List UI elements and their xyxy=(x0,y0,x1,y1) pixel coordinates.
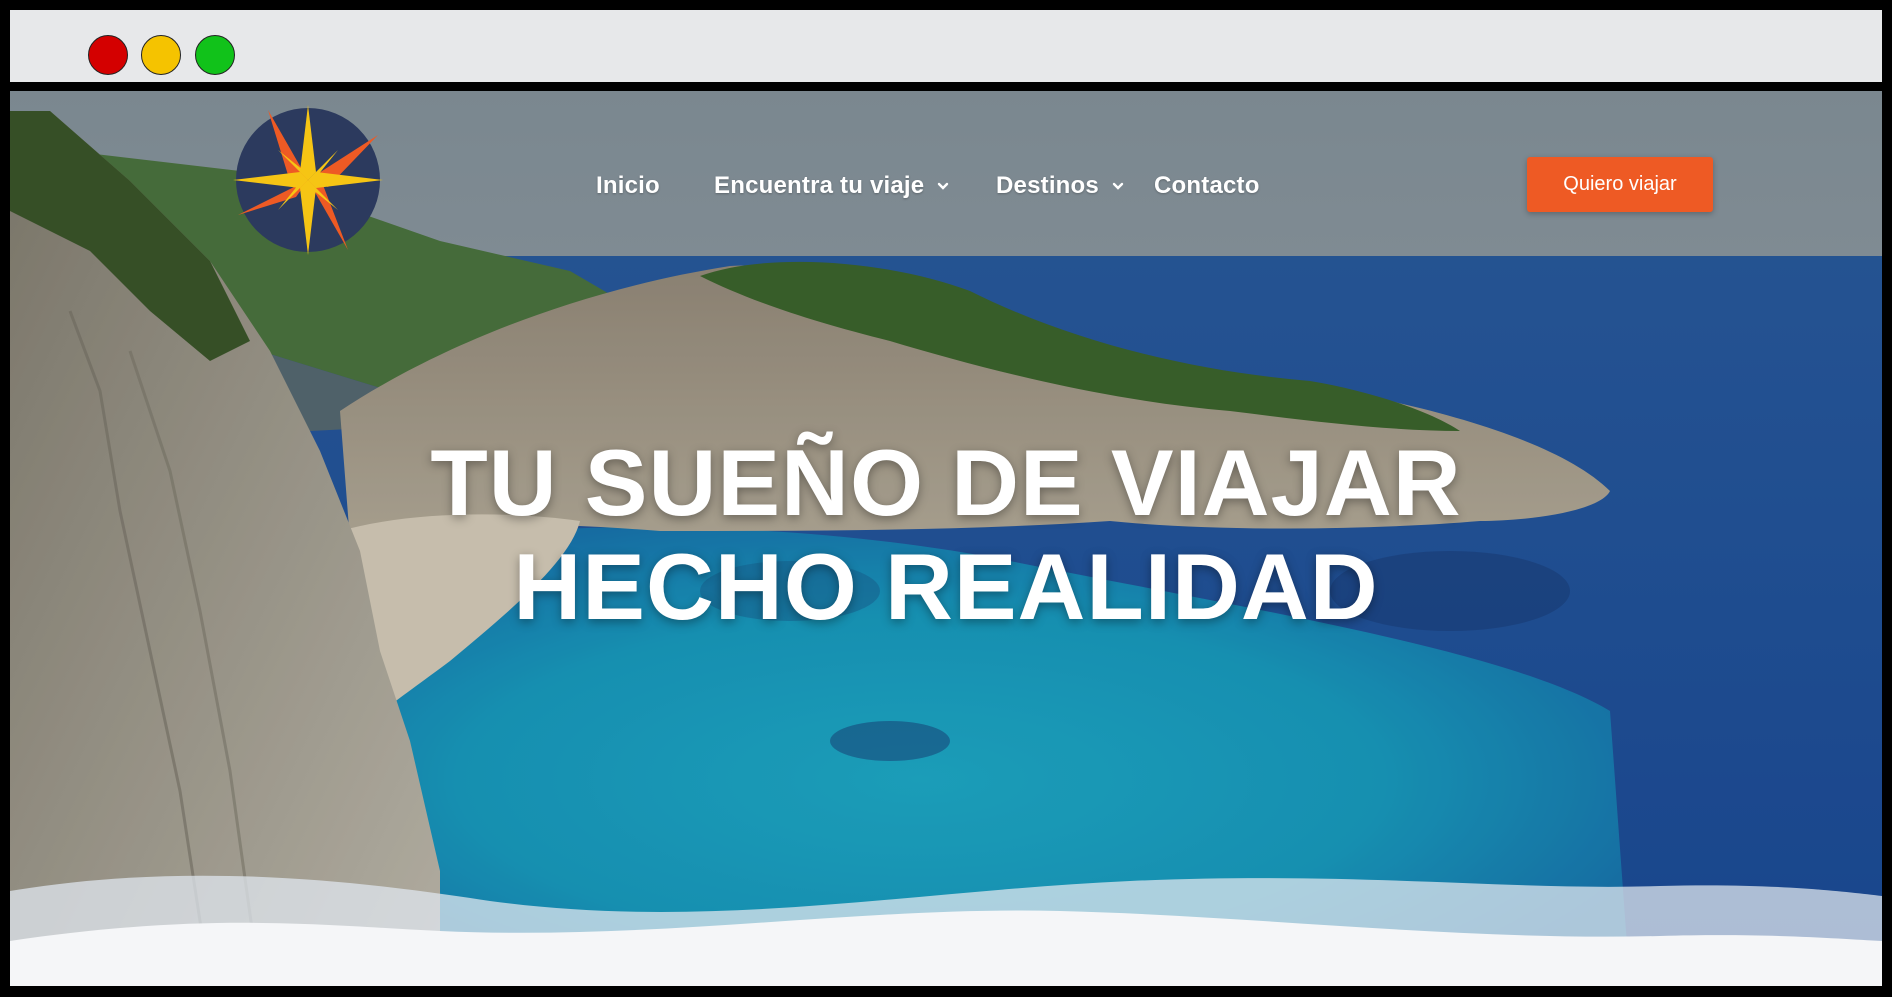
nav-item-label: Inicio xyxy=(596,172,660,199)
chevron-down-icon xyxy=(1112,182,1124,190)
nav-item-label: Encuentra tu viaje xyxy=(714,172,925,199)
nav-item-label: Destinos xyxy=(996,172,1099,199)
browser-window: Inicio Encuentra tu viaje Destinos Conta… xyxy=(0,0,1892,997)
title-bar xyxy=(10,10,1882,82)
maximize-window-button[interactable] xyxy=(195,35,235,75)
page-viewport: Inicio Encuentra tu viaje Destinos Conta… xyxy=(10,91,1882,986)
nav-item-label: Contacto xyxy=(1154,172,1260,199)
nav-item-destinos[interactable]: Destinos xyxy=(996,166,1125,206)
nav-item-inicio[interactable]: Inicio xyxy=(596,166,660,206)
nav-item-contacto[interactable]: Contacto xyxy=(1154,166,1260,206)
hero-headline: TU SUEÑO DE VIAJAR HECHO REALIDAD xyxy=(10,431,1882,639)
nav-item-encuentra-tu-viaje[interactable]: Encuentra tu viaje xyxy=(714,166,950,206)
close-window-button[interactable] xyxy=(88,35,128,75)
quiero-viajar-button[interactable]: Quiero viajar xyxy=(1527,157,1713,212)
hero-headline-line-1: TU SUEÑO DE VIAJAR xyxy=(430,430,1462,535)
chevron-down-icon xyxy=(938,182,949,190)
hero-headline-line-2: HECHO REALIDAD xyxy=(513,534,1379,639)
minimize-window-button[interactable] xyxy=(141,35,181,75)
